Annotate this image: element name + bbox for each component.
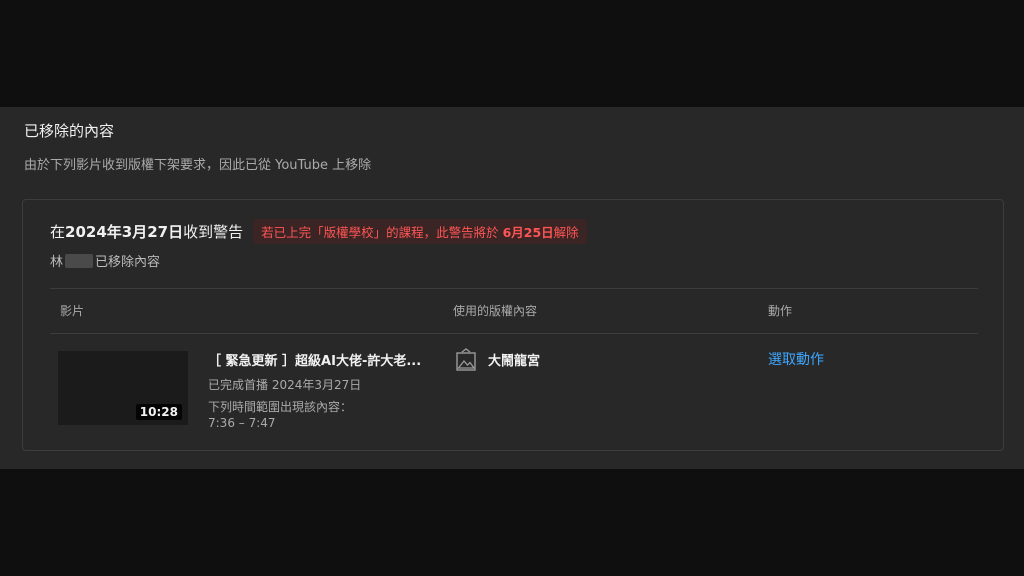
select-action-button[interactable]: 選取動作 — [768, 349, 824, 369]
warning-suffix: 收到警告 — [183, 222, 244, 241]
notice-suffix: 解除 — [553, 224, 579, 240]
content-range-label: 下列時間範圍出現該內容： — [208, 400, 353, 414]
table-header-divider — [50, 333, 978, 334]
column-header-copyright-content: 使用的版權內容 — [453, 304, 538, 318]
warning-date: 2024年3月27日 — [65, 222, 184, 241]
removed-by-text: 已移除內容 — [95, 255, 161, 270]
table-top-divider — [50, 288, 978, 289]
video-thumbnail[interactable]: 10:28 — [58, 351, 188, 425]
redacted-name-blur — [65, 253, 94, 268]
claimant-name: 林 — [50, 255, 64, 270]
column-header-video: 影片 — [60, 304, 85, 318]
page-title: 已移除的內容 — [24, 122, 115, 140]
expiry-notice-badge: 若已上完「版權學校」的課程，此警告將於 6月25日解除 — [253, 218, 587, 244]
warning-prefix: 在 — [50, 222, 66, 241]
copyright-asset-name: 大鬧龍宮 — [488, 354, 541, 369]
removed-by-line: 林 已移除內容 — [50, 251, 160, 270]
notice-prefix: 若已上完「版權學校」的課程，此警告將於 — [261, 224, 503, 240]
image-asset-icon — [455, 348, 477, 372]
video-title[interactable]: ［ 緊急更新 ］超級AI大佬-許大老... — [208, 350, 421, 369]
video-duration: 10:28 — [135, 404, 182, 420]
video-premiere-date: 已完成首播 2024年3月27日 — [208, 378, 362, 392]
warning-heading: 在 2024年3月27日 收到警告 若已上完「版權學校」的課程，此警告將於 6月… — [50, 218, 587, 244]
content-time-range: 7:36 – 7:47 — [208, 416, 276, 430]
page-subtitle: 由於下列影片收到版權下架要求，因此已從 YouTube 上移除 — [24, 158, 372, 173]
column-header-action: 動作 — [768, 304, 793, 318]
notice-date: 6月25日 — [502, 224, 554, 240]
